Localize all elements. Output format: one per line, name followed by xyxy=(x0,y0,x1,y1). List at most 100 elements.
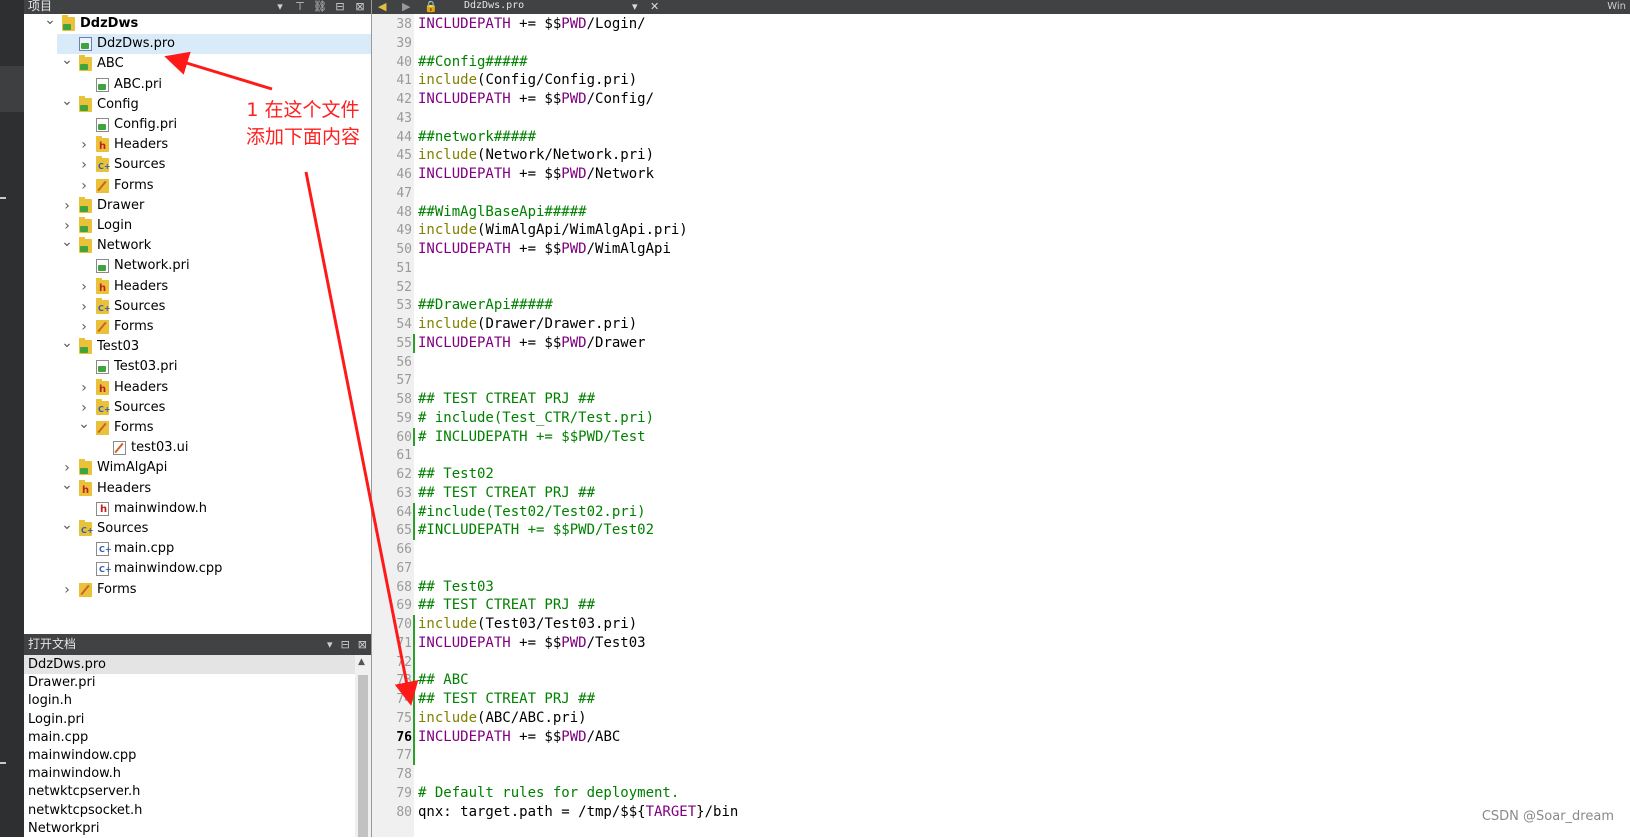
tree-item[interactable]: › h Headers xyxy=(24,277,371,297)
code-line[interactable]: INCLUDEPATH += $$PWD/Drawer xyxy=(418,334,646,353)
tree-item[interactable]: › C+ Sources xyxy=(24,398,371,418)
code-line[interactable]: ## TEST CTREAT PRJ ## xyxy=(418,390,595,409)
tree-item[interactable]: ABC.pri xyxy=(24,75,371,95)
code-line[interactable]: ## TEST CTREAT PRJ ## xyxy=(418,484,595,503)
code-line[interactable]: include(Config/Config.pri) xyxy=(418,71,637,90)
code-line[interactable]: qnx: target.path = /tmp/$${TARGET}/bin xyxy=(418,803,738,822)
tree-item[interactable]: C+ mainwindow.cpp xyxy=(24,559,371,579)
code-line[interactable]: ##DrawerApi##### xyxy=(418,296,553,315)
tree-item[interactable]: › Forms xyxy=(24,317,371,337)
expand-arrow-icon[interactable]: › xyxy=(78,277,90,297)
collapse-arrow-icon[interactable]: ⌄ xyxy=(61,94,73,115)
code-line[interactable]: # Default rules for deployment. xyxy=(418,784,679,803)
code-line[interactable]: ##Config##### xyxy=(418,53,528,72)
code-line[interactable]: INCLUDEPATH += $$PWD/Network xyxy=(418,165,654,184)
collapse-arrow-icon[interactable]: ⌄ xyxy=(61,518,73,539)
tree-item[interactable]: test03.ui xyxy=(24,438,371,458)
expand-arrow-icon[interactable]: › xyxy=(61,216,73,236)
code-line[interactable]: ##WimAglBaseApi##### xyxy=(418,203,587,222)
expand-arrow-icon[interactable]: › xyxy=(78,317,90,337)
tree-item[interactable]: ⌄ ABC xyxy=(24,53,371,74)
close-pane-icon[interactable]: ⊠ xyxy=(358,634,367,655)
expand-arrow-icon[interactable]: › xyxy=(78,398,90,418)
tree-item[interactable]: › Drawer xyxy=(24,196,371,216)
code-line[interactable]: # include(Test_CTR/Test.pri) xyxy=(418,409,654,428)
code-line[interactable]: ## TEST CTREAT PRJ ## xyxy=(418,690,595,709)
expand-arrow-icon[interactable]: › xyxy=(78,176,90,196)
open-document-item[interactable]: Drawer.pri xyxy=(28,673,95,692)
tree-item[interactable]: › Forms xyxy=(24,580,371,600)
code-line[interactable]: include(Drawer/Drawer.pri) xyxy=(418,315,637,334)
scrollbar-thumb[interactable] xyxy=(358,675,368,837)
code-line[interactable]: INCLUDEPATH += $$PWD/WimAlgApi xyxy=(418,240,671,259)
code-line[interactable]: ## Test02 xyxy=(418,465,494,484)
code-line[interactable]: INCLUDEPATH += $$PWD/ABC xyxy=(418,728,620,747)
scroll-up-icon[interactable]: ▲ xyxy=(358,657,365,667)
tree-item[interactable]: h mainwindow.h xyxy=(24,499,371,519)
tree-item[interactable]: › Login xyxy=(24,216,371,236)
collapse-arrow-icon[interactable]: ⌄ xyxy=(61,336,73,357)
open-document-item[interactable]: netwktcpserver.h xyxy=(28,782,140,801)
tree-item[interactable]: ⌄ Forms xyxy=(24,417,371,438)
code-line[interactable]: include(Test03/Test03.pri) xyxy=(418,615,637,634)
tree-item[interactable]: › WimAlgApi xyxy=(24,458,371,478)
forward-icon[interactable]: ▶ xyxy=(402,0,410,14)
tree-item[interactable]: ⌄ DdzDws xyxy=(24,13,371,34)
expand-arrow-icon[interactable]: › xyxy=(78,155,90,175)
open-document-item[interactable]: DdzDws.pro xyxy=(24,655,355,674)
code-line[interactable]: include(WimAlgApi/WimAlgApi.pri) xyxy=(418,221,688,240)
open-document-item[interactable]: netwktcpsocket.h xyxy=(28,801,142,820)
open-document-item[interactable]: mainwindow.h xyxy=(28,764,121,783)
open-documents-list[interactable]: DdzDws.pro Drawer.pri login.h Login.pri main… xyxy=(24,655,355,837)
dropdown-icon[interactable]: ▾ xyxy=(327,634,333,655)
tree-item[interactable]: ⌄ Test03 xyxy=(24,336,371,357)
filter-dropdown-icon[interactable]: ▾ xyxy=(273,0,287,14)
tree-item[interactable]: C+ main.cpp xyxy=(24,539,371,559)
collapse-arrow-icon[interactable]: ⌄ xyxy=(61,235,73,256)
mode-edit-button[interactable] xyxy=(0,66,24,112)
code-line[interactable]: ##network##### xyxy=(418,128,536,147)
tree-item[interactable]: Test03.pri xyxy=(24,357,371,377)
expand-arrow-icon[interactable]: › xyxy=(78,135,90,155)
collapse-arrow-icon[interactable]: ⌄ xyxy=(61,478,73,499)
code-line[interactable]: # INCLUDEPATH += $$PWD/Test xyxy=(418,428,646,447)
open-document-item[interactable]: mainwindow.cpp xyxy=(28,746,136,765)
split-icon[interactable]: ⊟ xyxy=(333,0,347,14)
open-documents-scrollbar[interactable]: ▲ xyxy=(355,655,371,837)
code-line[interactable]: include(Network/Network.pri) xyxy=(418,146,654,165)
expand-arrow-icon[interactable]: › xyxy=(61,458,73,478)
tree-item[interactable]: › C+ Sources xyxy=(24,297,371,317)
collapse-arrow-icon[interactable]: ⌄ xyxy=(78,417,90,438)
code-line[interactable]: INCLUDEPATH += $$PWD/Login/ xyxy=(418,15,646,34)
collapse-arrow-icon[interactable]: ⌄ xyxy=(44,13,56,34)
close-pane-icon[interactable]: ⊠ xyxy=(353,0,367,14)
open-document-item[interactable]: main.cpp xyxy=(28,728,88,747)
open-document-item[interactable]: login.h xyxy=(28,691,72,710)
code-line[interactable]: ## TEST CTREAT PRJ ## xyxy=(418,596,595,615)
close-file-icon[interactable]: ✕ xyxy=(650,0,659,14)
filter-icon[interactable]: ⊤ xyxy=(293,0,307,14)
link-icon[interactable]: ⛓ xyxy=(313,0,327,14)
code-line[interactable]: INCLUDEPATH += $$PWD/Test03 xyxy=(418,634,646,653)
expand-arrow-icon[interactable]: › xyxy=(61,196,73,216)
code-line[interactable]: INCLUDEPATH += $$PWD/Config/ xyxy=(418,90,654,109)
tree-item[interactable]: ⌄ Network xyxy=(24,235,371,256)
tree-item[interactable]: ⌄ h Headers xyxy=(24,478,371,499)
tree-item[interactable]: › Forms xyxy=(24,176,371,196)
open-document-item[interactable]: Login.pri xyxy=(28,710,84,729)
split-icon[interactable]: ⊟ xyxy=(341,634,350,655)
code-line[interactable]: ## Test03 xyxy=(418,578,494,597)
file-dropdown-icon[interactable]: ▾ xyxy=(632,0,638,14)
code-line[interactable]: ## ABC xyxy=(418,671,469,690)
tree-item[interactable]: › h Headers xyxy=(24,378,371,398)
tree-item[interactable]: Network.pri xyxy=(24,256,371,276)
code-line[interactable]: include(ABC/ABC.pri) xyxy=(418,709,587,728)
collapse-arrow-icon[interactable]: ⌄ xyxy=(61,53,73,74)
tree-item[interactable]: › C+ Sources xyxy=(24,155,371,175)
expand-arrow-icon[interactable]: › xyxy=(78,297,90,317)
expand-arrow-icon[interactable]: › xyxy=(78,378,90,398)
tree-item[interactable]: DdzDws.pro xyxy=(57,34,371,55)
tree-item[interactable]: ⌄ C+ Sources xyxy=(24,518,371,539)
code-line[interactable]: #include(Test02/Test02.pri) xyxy=(418,503,646,522)
open-file-name[interactable]: DdzDws.pro xyxy=(464,0,524,13)
